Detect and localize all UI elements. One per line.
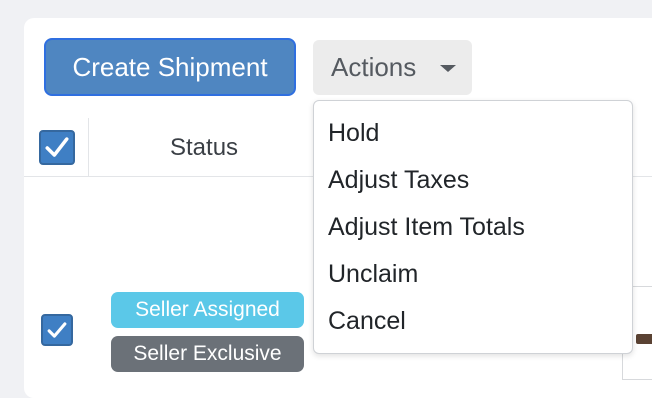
- status-column-header[interactable]: Status: [170, 134, 238, 162]
- select-all-checkbox[interactable]: [39, 130, 75, 165]
- menu-item-cancel[interactable]: Cancel: [328, 307, 406, 336]
- menu-item-unclaim[interactable]: Unclaim: [328, 260, 418, 289]
- status-badge: Seller Assigned: [111, 292, 304, 328]
- row-select-checkbox[interactable]: [41, 314, 73, 346]
- caret-down-icon: [440, 65, 456, 72]
- menu-item-adjust-taxes[interactable]: Adjust Taxes: [328, 166, 469, 195]
- actions-dropdown-button[interactable]: Actions: [313, 40, 472, 95]
- actions-dropdown-label: Actions: [331, 52, 417, 82]
- create-shipment-button[interactable]: Create Shipment: [44, 38, 296, 96]
- status-badge: Seller Exclusive: [111, 336, 304, 372]
- menu-item-adjust-item-totals[interactable]: Adjust Item Totals: [328, 213, 525, 242]
- product-image: [636, 334, 652, 344]
- menu-item-hold[interactable]: Hold: [328, 119, 379, 148]
- actions-dropdown-menu: Hold Adjust Taxes Adjust Item Totals Unc…: [313, 100, 633, 354]
- column-divider: [88, 118, 89, 176]
- checkmark-icon: [45, 137, 69, 157]
- checkmark-icon: [47, 322, 67, 338]
